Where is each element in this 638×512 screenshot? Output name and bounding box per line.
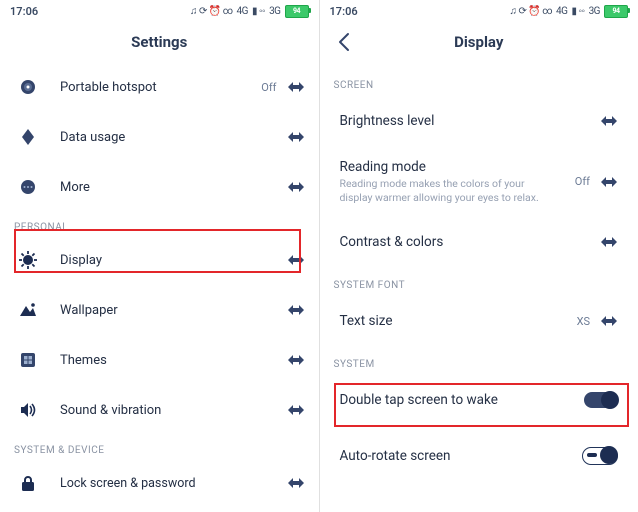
clock: 17:06 xyxy=(10,5,38,18)
page-title: Settings xyxy=(131,33,187,51)
value-off: Off xyxy=(261,81,276,94)
hotspot-icon xyxy=(14,78,42,96)
row-data-usage[interactable]: Data usage xyxy=(0,112,319,162)
chevron-icon xyxy=(287,478,305,488)
row-themes[interactable]: Themes xyxy=(0,335,319,385)
row-contrast[interactable]: Contrast & colors xyxy=(320,214,638,270)
row-sound[interactable]: Sound & vibration xyxy=(0,385,319,435)
value-off: Off xyxy=(575,175,590,188)
section-screen: SCREEN xyxy=(320,62,638,93)
chevron-icon xyxy=(287,82,305,92)
status-icons: ♫ ⟳ ⏰ ∞ 4G ▮ ◦◦ 3G 94 xyxy=(190,5,309,18)
settings-screen: 17:06 ♫ ⟳ ⏰ ∞ 4G ▮ ◦◦ 3G 94 Settings Por… xyxy=(0,0,319,512)
chevron-icon xyxy=(600,177,618,187)
chevron-icon xyxy=(287,405,305,415)
row-double-tap-wake[interactable]: Double tap screen to wake xyxy=(320,372,638,428)
row-more[interactable]: More xyxy=(0,162,319,212)
title-bar: Display xyxy=(320,22,638,62)
row-wallpaper[interactable]: Wallpaper xyxy=(0,285,319,335)
status-bar: 17:06 ♫ ⟳ ⏰ ∞ 4G ▮ ◦◦ 3G 94 xyxy=(0,0,319,22)
chevron-icon xyxy=(600,316,618,326)
back-button[interactable] xyxy=(332,30,356,54)
more-icon xyxy=(14,178,42,196)
status-bar: 17:06 ♫ ⟳ ⏰ ∞ 4G ▮ ◦◦ 3G 94 xyxy=(320,0,638,22)
row-brightness[interactable]: Brightness level xyxy=(320,93,638,149)
chevron-icon xyxy=(287,355,305,365)
value-xs: XS xyxy=(577,315,590,328)
sound-icon xyxy=(14,401,42,419)
page-title: Display xyxy=(454,33,503,51)
themes-icon xyxy=(14,351,42,369)
display-icon xyxy=(14,251,42,269)
display-screen: 17:06 ♫ ⟳ ⏰ ∞ 4G ▮ ◦◦ 3G 94 Display SCRE… xyxy=(319,0,638,512)
row-reading-mode[interactable]: Reading mode Reading mode makes the colo… xyxy=(320,149,638,214)
chevron-icon xyxy=(287,255,305,265)
chevron-icon xyxy=(600,116,618,126)
battery-icon: 94 xyxy=(285,5,309,18)
title-bar: Settings xyxy=(0,22,319,62)
section-system: SYSTEM xyxy=(320,349,638,372)
toggle-on[interactable] xyxy=(584,392,618,408)
status-icons: ♫ ⟳ ⏰ ∞ 4G ▮ ◦◦ 3G 94 xyxy=(509,5,628,18)
row-text-size[interactable]: Text size XS xyxy=(320,293,638,349)
chevron-icon xyxy=(600,237,618,247)
section-font: SYSTEM FONT xyxy=(320,270,638,293)
row-label: Portable hotspot xyxy=(60,80,261,95)
row-lock-screen[interactable]: Lock screen & password xyxy=(0,458,319,508)
data-icon xyxy=(14,128,42,146)
clock: 17:06 xyxy=(330,5,358,18)
row-notifications[interactable]: Notifications & status bar xyxy=(0,508,319,512)
row-display[interactable]: Display xyxy=(0,235,319,285)
chevron-icon xyxy=(287,132,305,142)
chevron-icon xyxy=(287,305,305,315)
battery-icon: 94 xyxy=(604,5,628,18)
reading-subtext: Reading mode makes the colors of your di… xyxy=(340,177,550,204)
lock-icon xyxy=(14,474,42,492)
section-system-device: SYSTEM & DEVICE xyxy=(0,435,319,458)
chevron-icon xyxy=(287,182,305,192)
wallpaper-icon xyxy=(14,301,42,319)
row-portable-hotspot[interactable]: Portable hotspot Off xyxy=(0,62,319,112)
row-auto-rotate[interactable]: Auto-rotate screen xyxy=(320,428,638,484)
toggle-off[interactable] xyxy=(582,447,618,465)
section-personal: PERSONAL xyxy=(0,212,319,235)
